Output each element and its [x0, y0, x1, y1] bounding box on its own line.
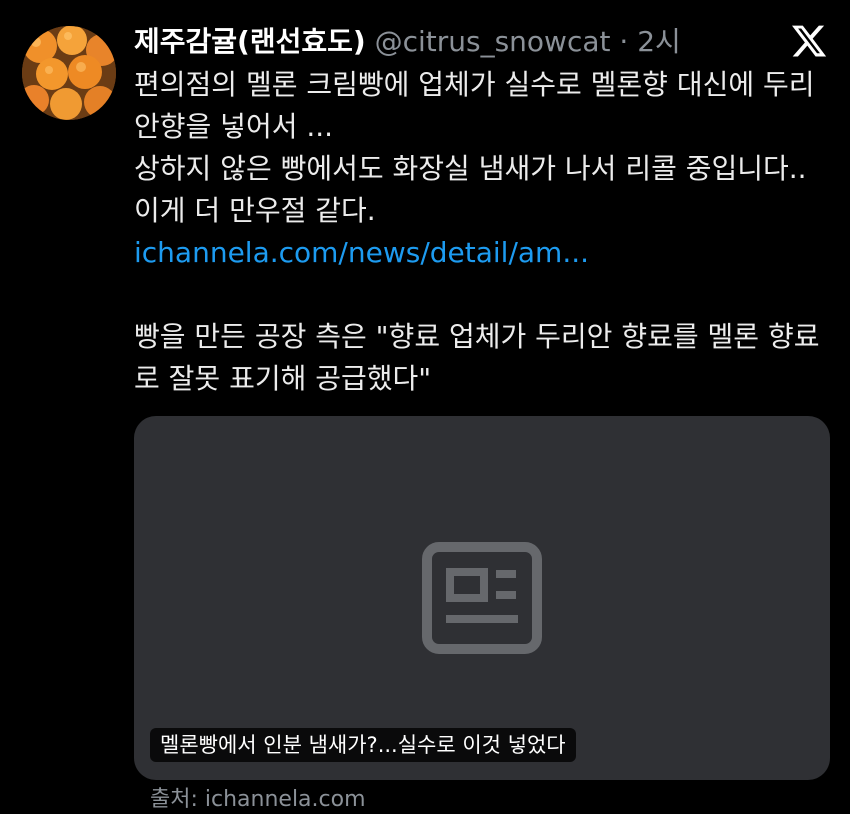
- card-source[interactable]: 출처: ichannela.com: [150, 786, 366, 814]
- display-name[interactable]: 제주감귤(랜선효도): [134, 25, 366, 58]
- oranges-avatar-icon: [22, 26, 116, 120]
- tweet-text: 편의점의 멜론 크림빵에 업체가 실수로 멜론향 대신에 두리안향을 넣어서 .…: [134, 64, 824, 400]
- tweet-paragraph: 빵을 만든 공장 측은 "향료 업체가 두리안 향료를 멜론 향료로 잘못 표기…: [134, 320, 820, 395]
- tweet-header: 제주감귤(랜선효도) @citrus_snowcat · 2시: [134, 22, 681, 62]
- timestamp[interactable]: 2시: [637, 25, 681, 58]
- user-handle[interactable]: @citrus_snowcat: [375, 25, 611, 58]
- article-icon: [422, 542, 542, 654]
- tweet-paragraph: 편의점의 멜론 크림빵에 업체가 실수로 멜론향 대신에 두리안향을 넣어서 .…: [134, 68, 815, 143]
- avatar[interactable]: [22, 26, 116, 120]
- link-preview-card[interactable]: 멜론빵에서 인분 냄새가?...실수로 이것 넣었다: [134, 416, 830, 780]
- article-link[interactable]: ichannela.com/news/detail/am...: [134, 236, 589, 269]
- header-separator: ·: [619, 25, 629, 58]
- link-card-title: 멜론빵에서 인분 냄새가?...실수로 이것 넣었다: [150, 728, 576, 762]
- tweet-paragraph: 상하지 않은 빵에서도 화장실 냄새가 나서 리콜 중입니다.. 이게 더 만우…: [134, 152, 807, 227]
- x-logo-icon: [791, 25, 827, 57]
